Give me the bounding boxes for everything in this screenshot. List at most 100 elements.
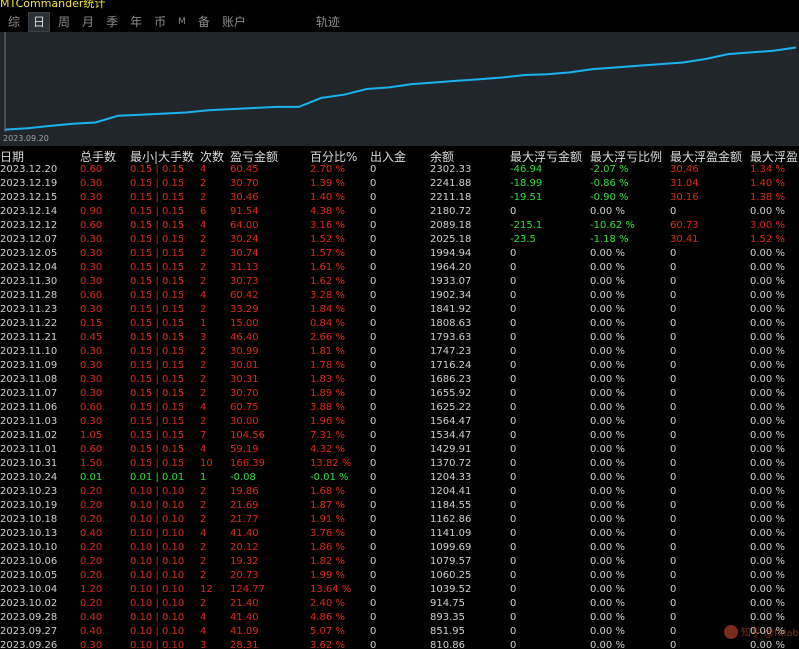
cell-1: 0.30	[80, 192, 103, 203]
tab-4[interactable]: 季	[102, 13, 122, 31]
cell-0: 2023.11.03	[0, 416, 58, 427]
table-row[interactable]: 2023.10.18 0.20 0.10 | 0.10 2 21.77 1.91 % 0 11…	[0, 513, 799, 527]
cell-0: 2023.12.20	[0, 164, 58, 175]
tab-3[interactable]: 月	[78, 13, 98, 31]
table-row[interactable]: 2023.10.04 1.20 0.10 | 0.10 12 124.77 13.64 %…	[0, 583, 799, 597]
tab-10[interactable]: 轨迹	[312, 13, 344, 31]
tab-0[interactable]: 综	[4, 13, 24, 31]
cell-10: 0	[670, 598, 677, 609]
cell-9: 0.00 %	[590, 500, 625, 511]
table-row[interactable]: 2023.11.22 0.15 0.15 | 0.15 1 15.00 0.84 % 0 18…	[0, 317, 799, 331]
cell-10: 0	[670, 360, 677, 371]
table-row[interactable]: 2023.11.08 0.30 0.15 | 0.15 2 30.31 1.83 % 0 16…	[0, 373, 799, 387]
table-row[interactable]: 2023.09.26 0.30 0.10 | 0.10 3 28.31 3.62 % 0 81…	[0, 639, 799, 649]
table-row[interactable]: 2023.12.05 0.30 0.15 | 0.15 2 30.74 1.57 % 0 19…	[0, 247, 799, 261]
cell-6: 0	[370, 430, 377, 441]
cell-4: 30.70	[230, 178, 259, 189]
table-row[interactable]: 2023.12.12 0.60 0.15 | 0.15 4 64.00 3.16 % 0 20…	[0, 219, 799, 233]
cell-0: 2023.11.08	[0, 374, 58, 385]
table-row[interactable]: 2023.11.10 0.30 0.15 | 0.15 2 30.99 1.81 % 0 17…	[0, 345, 799, 359]
table-row[interactable]: 2023.11.09 0.30 0.15 | 0.15 2 30.01 1.78 % 0 17…	[0, 359, 799, 373]
table-row[interactable]: 2023.11.30 0.30 0.15 | 0.15 2 30.73 1.62 % 0 19…	[0, 275, 799, 289]
cell-10: 60.73	[670, 220, 699, 231]
cell-8: -23.5	[510, 234, 536, 245]
cell-9: 0.00 %	[590, 472, 625, 483]
table-row[interactable]: 2023.10.06 0.20 0.10 | 0.10 2 19.32 1.82 % 0 10…	[0, 555, 799, 569]
cell-7: 1429.91	[430, 444, 472, 455]
cell-4: 21.77	[230, 514, 259, 525]
table-row[interactable]: 2023.10.13 0.40 0.10 | 0.10 4 41.40 3.76 % 0 11…	[0, 527, 799, 541]
cell-2: 0.15 | 0.15	[130, 248, 185, 259]
cell-2: 0.10 | 0.10	[130, 528, 185, 539]
table-row[interactable]: 2023.12.07 0.30 0.15 | 0.15 2 30.24 1.52 % 0 20…	[0, 233, 799, 247]
cell-2: 0.10 | 0.10	[130, 584, 185, 595]
table-row[interactable]: 2023.11.28 0.60 0.15 | 0.15 4 60.42 3.28 % 0 19…	[0, 289, 799, 303]
tab-5[interactable]: 年	[126, 13, 146, 31]
cell-9: 0.00 %	[590, 640, 625, 649]
cell-5: 1.83 %	[310, 374, 345, 385]
cell-11: 0.00 %	[750, 542, 785, 553]
cell-6: 0	[370, 332, 377, 343]
cell-10: 30.46	[670, 164, 699, 175]
table-row[interactable]: 2023.11.21 0.45 0.15 | 0.15 3 46.40 2.66 % 0 17…	[0, 331, 799, 345]
cell-8: 0	[510, 514, 517, 525]
cell-2: 0.15 | 0.15	[130, 192, 185, 203]
table-row[interactable]: 2023.10.05 0.20 0.10 | 0.10 2 20.73 1.99 % 0 10…	[0, 569, 799, 583]
cell-10: 0	[670, 500, 677, 511]
cell-4: 30.01	[230, 360, 259, 371]
table-row[interactable]: 2023.09.28 0.40 0.10 | 0.10 4 41.40 4.86 % 0 89…	[0, 611, 799, 625]
table-row[interactable]: 2023.11.06 0.60 0.15 | 0.15 4 60.75 3.88 % 0 16…	[0, 401, 799, 415]
cell-3: 2	[200, 556, 207, 567]
tab-9[interactable]: 账户	[218, 13, 250, 31]
cell-0: 2023.11.28	[0, 290, 58, 301]
table-row[interactable]: 2023.12.04 0.30 0.15 | 0.15 2 31.13 1.61 % 0 19…	[0, 261, 799, 275]
table-row[interactable]: 2023.11.03 0.30 0.15 | 0.15 2 30.00 1.96 % 0 15…	[0, 415, 799, 429]
table-row[interactable]: 2023.12.14 0.90 0.15 | 0.15 6 91.54 4.38 % 0 21…	[0, 205, 799, 219]
cell-0: 2023.12.15	[0, 192, 58, 203]
tab-8[interactable]: 备	[194, 13, 214, 31]
table-row[interactable]: 2023.10.10 0.20 0.10 | 0.10 2 20.12 1.86 % 0 10…	[0, 541, 799, 555]
cell-0: 2023.09.27	[0, 626, 58, 637]
cell-7: 1162.86	[430, 514, 472, 525]
watermark: 知乎 @fxlab	[724, 624, 799, 639]
cell-2: 0.15 | 0.15	[130, 430, 185, 441]
cell-5: 3.76 %	[310, 528, 345, 539]
cell-2: 0.10 | 0.10	[130, 612, 185, 623]
cell-7: 1099.69	[430, 542, 472, 553]
cell-3: 4	[200, 402, 207, 413]
table-row[interactable]: 2023.11.02 1.05 0.15 | 0.15 7 104.56 7.31 % 0 1…	[0, 429, 799, 443]
cell-8: 0	[510, 402, 517, 413]
table-row[interactable]: 2023.10.23 0.20 0.10 | 0.10 2 19.86 1.68 % 0 12…	[0, 485, 799, 499]
tab-1[interactable]: 日	[28, 12, 51, 32]
cell-7: 1079.57	[430, 556, 472, 567]
table-row[interactable]: 2023.11.01 0.60 0.15 | 0.15 4 59.19 4.32 % 0 14…	[0, 443, 799, 457]
cell-3: 2	[200, 416, 207, 427]
table-row[interactable]: 2023.11.23 0.30 0.15 | 0.15 2 33.29 1.84 % 0 18…	[0, 303, 799, 317]
table-row[interactable]: 2023.11.07 0.30 0.15 | 0.15 2 30.70 1.89 % 0 16…	[0, 387, 799, 401]
cell-6: 0	[370, 500, 377, 511]
cell-6: 0	[370, 542, 377, 553]
table-row[interactable]: 2023.12.15 0.30 0.15 | 0.15 2 30.46 1.40 % 0 22…	[0, 191, 799, 205]
cell-7: 1841.92	[430, 304, 472, 315]
cell-5: 1.84 %	[310, 304, 345, 315]
table-row[interactable]: 2023.10.31 1.50 0.15 | 0.15 10 166.39 13.82 %…	[0, 457, 799, 471]
table-row[interactable]: 2023.10.19 0.20 0.10 | 0.10 2 21.69 1.87 % 0 11…	[0, 499, 799, 513]
cell-3: 2	[200, 570, 207, 581]
cell-8: 0	[510, 346, 517, 357]
table-row[interactable]: 2023.12.19 0.30 0.15 | 0.15 2 30.70 1.39 % 0 22…	[0, 177, 799, 191]
tab-6[interactable]: 币	[150, 13, 170, 31]
cell-8: 0	[510, 486, 517, 497]
cell-5: 2.40 %	[310, 598, 345, 609]
table-row[interactable]: 2023.12.20 0.60 0.15 | 0.15 4 60.45 2.70 % 0 23…	[0, 163, 799, 177]
table-row[interactable]: 2023.10.02 0.20 0.10 | 0.10 2 21.40 2.40 % 0 91…	[0, 597, 799, 611]
cell-4: 19.86	[230, 486, 259, 497]
table-row[interactable]: 2023.09.27 0.40 0.10 | 0.10 4 41.09 5.07 % 0 85…	[0, 625, 799, 639]
cell-5: 1.39 %	[310, 178, 345, 189]
cell-11: 1.38 %	[750, 192, 785, 203]
cell-5: 1.52 %	[310, 234, 345, 245]
tab-2[interactable]: 周	[54, 13, 74, 31]
tab-7[interactable]: M	[174, 13, 190, 31]
cell-3: 2	[200, 178, 207, 189]
table-row[interactable]: 2023.10.24 0.01 0.01 | 0.01 1 -0.08 -0.01 % 0 1…	[0, 471, 799, 485]
cell-7: 2180.72	[430, 206, 472, 217]
